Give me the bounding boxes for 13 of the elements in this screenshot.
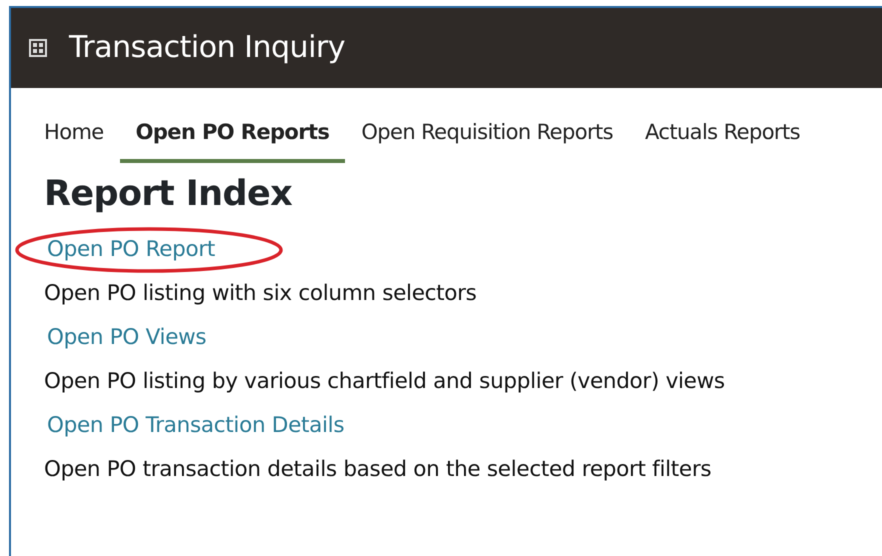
tab[interactable]: Open PO Reports xyxy=(120,106,346,164)
report-link[interactable]: Open PO Report xyxy=(44,228,218,272)
tab[interactable]: Actuals Reports xyxy=(628,106,816,164)
tab[interactable]: Open Requisition Reports xyxy=(345,106,629,164)
tab[interactable]: Home xyxy=(28,106,120,164)
report-description: Open PO transaction details based on the selected report filters xyxy=(44,456,712,484)
report-description: Open PO listing by various chartfield and supplier (vendor) views xyxy=(44,368,726,396)
window-title: Transaction Inquiry xyxy=(69,30,345,66)
report-description: Open PO listing with six column selectors xyxy=(44,280,478,308)
report-link[interactable]: Open PO Transaction Details xyxy=(44,404,348,448)
report-link[interactable]: Open PO Views xyxy=(44,316,210,360)
page-heading: Report Index xyxy=(44,173,294,216)
grid-icon xyxy=(29,39,47,57)
